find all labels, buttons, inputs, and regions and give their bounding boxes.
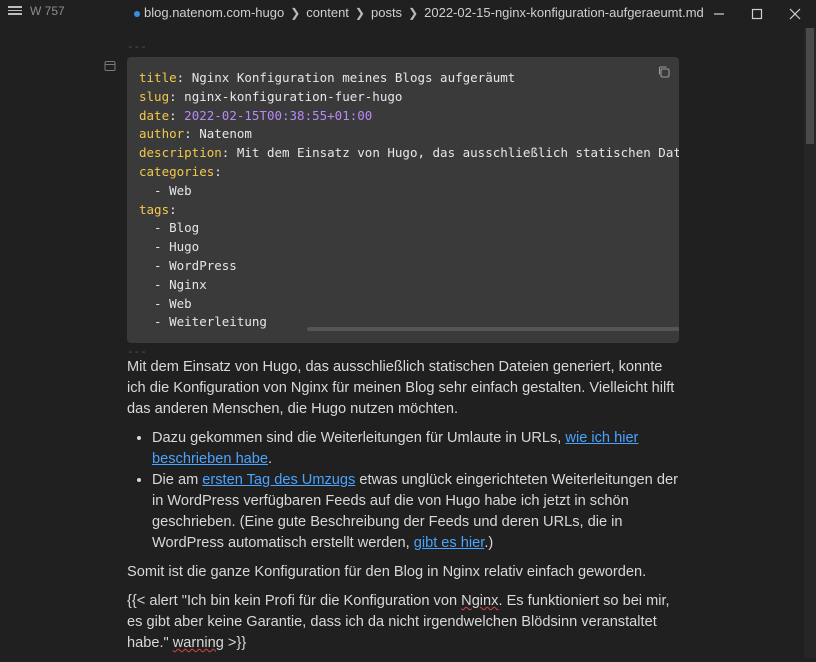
minimize-button[interactable] <box>700 0 740 28</box>
code-line: - Blog <box>139 220 200 236</box>
spellcheck-word[interactable]: Nginx <box>461 593 498 609</box>
code-horizontal-scrollbar[interactable] <box>307 327 679 331</box>
bullet-list: Dazu gekommen sind die Weiterleitungen f… <box>127 428 679 554</box>
code-line: title: Nginx Konfiguration meines Blogs … <box>139 70 516 85</box>
code-line: description: Mit dem Einsatz von Hugo, d… <box>139 145 679 161</box>
summary-paragraph[interactable]: Somit ist die ganze Konfiguration für de… <box>127 562 679 583</box>
word-count: W 757 <box>30 4 65 18</box>
frontmatter-separator-top: --- <box>127 40 147 53</box>
code-line: - Web <box>139 295 192 311</box>
code-line: slug: nginx-konfiguration-fuer-hugo <box>139 88 403 104</box>
breadcrumb: blog.natenom.com-hugo ❯ content ❯ posts ❯ 2022… <box>134 5 704 20</box>
hamburger-menu-icon[interactable] <box>8 4 22 18</box>
title-bar: W 757 blog.natenom.com-hugo ❯ content ❯ post… <box>0 0 816 28</box>
chevron-right-icon: ❯ <box>290 6 301 20</box>
breadcrumb-item[interactable]: content <box>306 5 349 20</box>
scrollbar-thumb[interactable] <box>806 28 814 144</box>
list-item[interactable]: Die am ersten Tag des Umzugs etwas unglü… <box>152 470 679 554</box>
code-line: - Hugo <box>139 239 200 255</box>
close-button[interactable] <box>776 0 816 28</box>
unsaved-dot-icon <box>134 10 140 17</box>
alert-shortcode-paragraph[interactable]: {{< alert "Ich bin kein Profi für die Ko… <box>127 591 679 654</box>
code-line: - Web <box>139 182 192 198</box>
maximize-button[interactable] <box>738 0 778 28</box>
code-line: tags: <box>139 201 177 217</box>
breadcrumb-item[interactable]: posts <box>371 5 402 20</box>
list-item[interactable]: Dazu gekommen sind die Weiterleitungen f… <box>152 428 679 470</box>
link-first-day-of-move[interactable]: ersten Tag des Umzugs <box>202 472 355 488</box>
close-icon <box>789 8 801 20</box>
intro-paragraph[interactable]: Mit dem Einsatz von Hugo, das ausschließ… <box>127 357 679 420</box>
code-line: - Nginx <box>139 276 207 292</box>
code-line: - WordPress <box>139 257 237 273</box>
maximize-icon <box>751 8 763 20</box>
code-line: categories: <box>139 163 222 179</box>
frontmatter-code-block[interactable]: title: Nginx Konfiguration meines Blogs … <box>127 57 679 343</box>
chevron-right-icon: ❯ <box>354 6 365 20</box>
breadcrumb-item[interactable]: 2022-02-15-nginx-konfiguration-aufgeraeu… <box>424 5 704 20</box>
breadcrumb-item[interactable]: blog.natenom.com-hugo <box>144 5 284 20</box>
minimize-icon <box>714 13 724 15</box>
code-block-icon[interactable] <box>104 60 116 72</box>
code-line: author: Natenom <box>139 126 252 142</box>
document-body[interactable]: Mit dem Einsatz von Hugo, das ausschließ… <box>127 357 679 662</box>
chevron-right-icon: ❯ <box>408 6 419 20</box>
link-feeds-description[interactable]: gibt es hier <box>414 535 485 551</box>
code-content[interactable]: title: Nginx Konfiguration meines Blogs … <box>139 69 679 332</box>
spellcheck-word[interactable]: warning <box>173 635 224 651</box>
code-line: date: 2022-02-15T00:38:55+01:00 <box>139 107 373 123</box>
